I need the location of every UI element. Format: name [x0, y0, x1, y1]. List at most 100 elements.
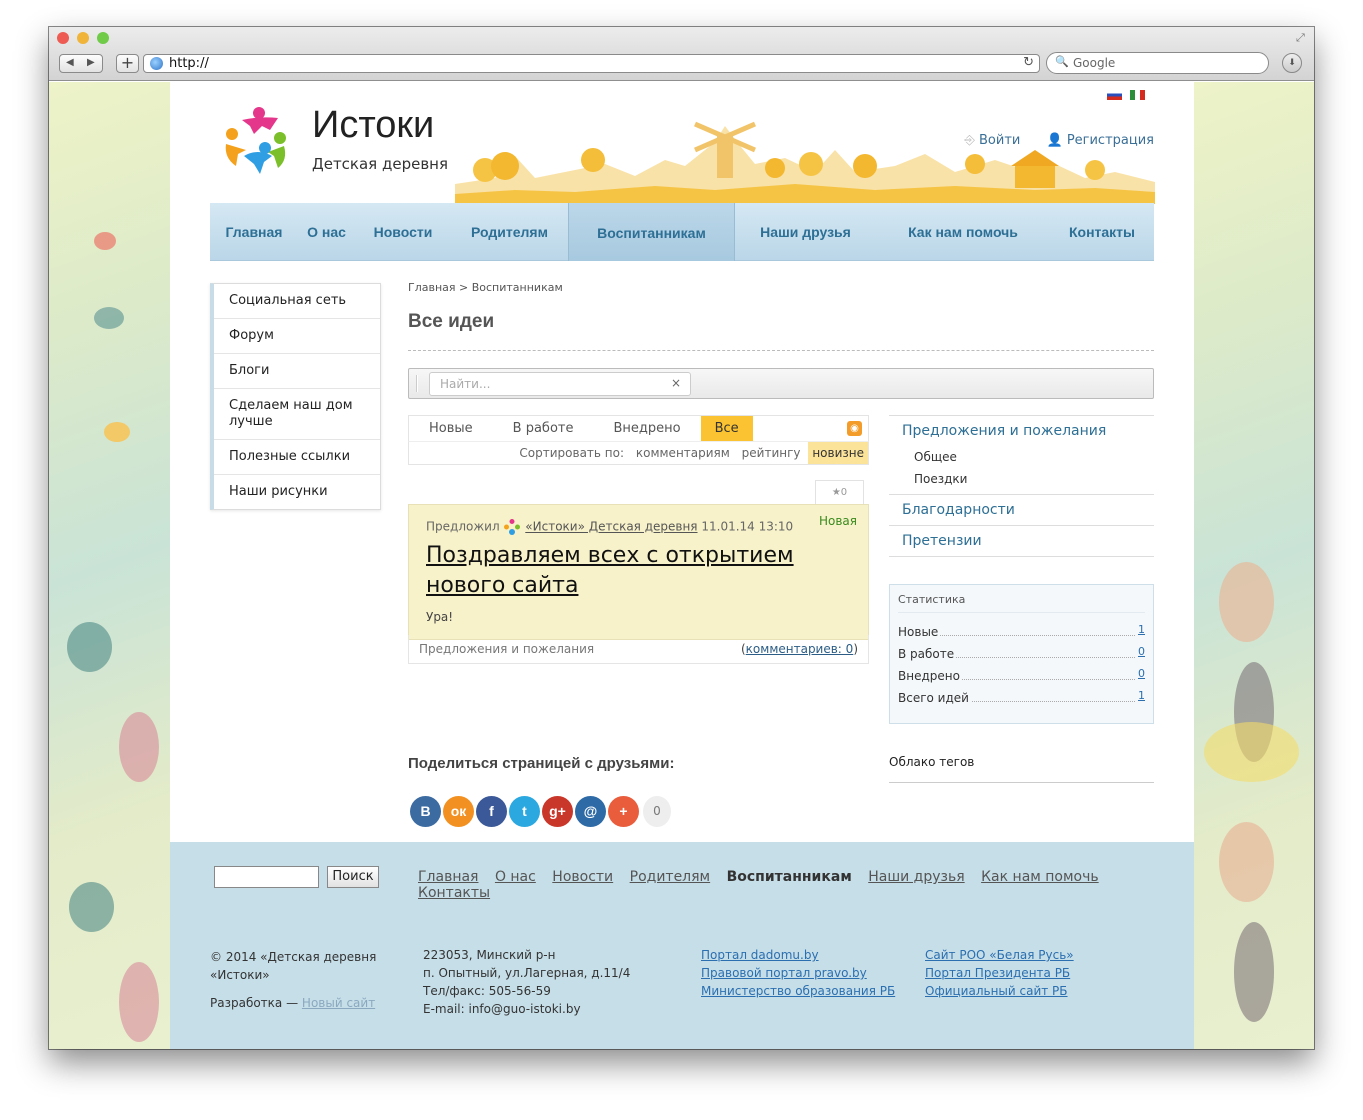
- stat-value-link[interactable]: 0: [1136, 645, 1145, 658]
- sidebar-item-drawings[interactable]: Наши рисунки: [214, 475, 380, 509]
- login-link[interactable]: ⎆ Войти: [964, 133, 1020, 148]
- share-googleplus-button[interactable]: g+: [542, 796, 573, 827]
- footer-nav-home[interactable]: Главная: [418, 869, 478, 885]
- breadcrumb[interactable]: Главная > Воспитанникам: [408, 281, 563, 294]
- tab-implemented[interactable]: Внедрено: [593, 416, 700, 441]
- back-button[interactable]: ◀: [66, 57, 74, 68]
- footer-link[interactable]: Министерство образования РБ: [701, 982, 895, 1000]
- share-twitter-button[interactable]: t: [509, 796, 540, 827]
- globe-icon: [150, 57, 163, 70]
- idea-search-input[interactable]: [429, 372, 691, 396]
- rss-icon[interactable]: ◉: [847, 421, 862, 436]
- flag-ru-icon[interactable]: [1107, 90, 1122, 100]
- footer-nav-friends[interactable]: Наши друзья: [868, 869, 964, 885]
- sidebar-item-blogs[interactable]: Блоги: [214, 354, 380, 389]
- comments-link[interactable]: комментариев: 0: [746, 642, 854, 656]
- footer-nav-help[interactable]: Как нам помочь: [981, 869, 1099, 885]
- footer-nav-news[interactable]: Новости: [552, 869, 613, 885]
- nav-item-parents[interactable]: Родителям: [451, 203, 568, 261]
- copyright-line: «Истоки»: [210, 968, 270, 982]
- stat-value-link[interactable]: 1: [1136, 689, 1145, 702]
- stat-label: Внедрено: [898, 669, 962, 683]
- stat-value-link[interactable]: 0: [1136, 667, 1145, 680]
- clear-search-icon[interactable]: ×: [671, 376, 681, 390]
- subcategory-trips[interactable]: Поездки: [889, 468, 1154, 490]
- share-odnoklassniki-button[interactable]: ок: [443, 796, 474, 827]
- forward-button[interactable]: ▶: [87, 57, 95, 68]
- nav-item-friends[interactable]: Наши друзья: [735, 203, 876, 261]
- footer-link[interactable]: Портал Президента РБ: [925, 964, 1074, 982]
- share-mail-button[interactable]: @: [575, 796, 606, 827]
- share-vk-button[interactable]: В: [410, 796, 441, 827]
- subcategory-general[interactable]: Общее: [889, 446, 1154, 468]
- address-bar[interactable]: http:// ↻: [143, 54, 1040, 73]
- footer-nav-contacts[interactable]: Контакты: [418, 885, 490, 901]
- nav-item-news[interactable]: Новости: [355, 203, 451, 261]
- sidebar-item-social[interactable]: Социальная сеть: [214, 284, 380, 319]
- stat-label: Новые: [898, 625, 941, 639]
- browser-window: ⤢ ◀ ▶ + http:// ↻ 🔍 Google ⬇ Истоки Детс…: [49, 27, 1314, 1049]
- right-background-illustration: [1194, 82, 1314, 1049]
- idea-title-link[interactable]: Поздравляем всех с открытием нового сайт…: [426, 541, 856, 601]
- new-tab-button[interactable]: +: [116, 54, 139, 73]
- footer-link[interactable]: Официальный сайт РБ: [925, 982, 1074, 1000]
- idea-author-link[interactable]: «Истоки» Детская деревня: [525, 520, 697, 534]
- nav-item-contacts[interactable]: Контакты: [1050, 203, 1154, 261]
- flag-it-icon[interactable]: [1130, 90, 1146, 100]
- footer-link[interactable]: Правовой портал pravo.by: [701, 964, 895, 982]
- downloads-button[interactable]: ⬇: [1282, 53, 1302, 73]
- logo-icon[interactable]: [220, 104, 292, 176]
- share-more-button[interactable]: +: [608, 796, 639, 827]
- language-switcher: [1104, 90, 1146, 109]
- idea-status-badge: Новая: [818, 514, 857, 528]
- main-navigation: Главная О нас Новости Родителям Воспитан…: [210, 203, 1154, 261]
- idea-body: Ура!: [426, 610, 454, 624]
- footer-link[interactable]: Портал dadomu.by: [701, 946, 895, 964]
- tab-new[interactable]: Новые: [409, 416, 493, 441]
- sort-by-rating[interactable]: рейтингу: [738, 442, 805, 464]
- register-link[interactable]: 👤 Регистрация: [1046, 133, 1154, 148]
- footer-nav-about[interactable]: О нас: [495, 869, 536, 885]
- nav-item-about[interactable]: О нас: [298, 203, 355, 261]
- sidebar-item-links[interactable]: Полезные ссылки: [214, 440, 380, 475]
- idea-comments: (комментариев: 0): [741, 642, 858, 656]
- footer-search-input[interactable]: [214, 866, 319, 888]
- fullscreen-icon[interactable]: ⤢: [1296, 31, 1305, 45]
- tag-cloud-divider: [889, 782, 1154, 783]
- footer-nav-pupils[interactable]: Воспитанникам: [727, 869, 852, 885]
- page-viewport: Истоки Детская деревня ⎆ Войти 👤 Регистр…: [49, 82, 1314, 1049]
- category-suggestions[interactable]: Предложения и пожелания: [889, 415, 1154, 446]
- footer-nav-parents[interactable]: Родителям: [630, 869, 711, 885]
- nav-item-home[interactable]: Главная: [210, 203, 298, 261]
- footer-link[interactable]: Сайт РОО «Белая Русь»: [925, 946, 1074, 964]
- tab-all[interactable]: Все: [700, 416, 753, 441]
- reload-icon[interactable]: ↻: [1023, 55, 1034, 70]
- sidebar-item-ideas[interactable]: Сделаем наш дом лучше: [214, 389, 380, 440]
- sort-by-comments[interactable]: комментариям: [632, 442, 734, 464]
- idea-vote-button[interactable]: ★0: [815, 480, 864, 504]
- category-complaints[interactable]: Претензии: [889, 525, 1154, 557]
- zoom-window-button[interactable]: [97, 32, 109, 44]
- category-thanks[interactable]: Благодарности: [889, 494, 1154, 525]
- browser-search-placeholder: Google: [1073, 56, 1116, 70]
- share-facebook-button[interactable]: f: [476, 796, 507, 827]
- idea-footer: Предложения и пожелания (комментариев: 0…: [408, 635, 869, 664]
- developer-label: Разработка —: [210, 996, 299, 1010]
- footer-search-button[interactable]: Поиск: [327, 866, 379, 888]
- browser-toolbar: ⤢ ◀ ▶ + http:// ↻ 🔍 Google ⬇: [49, 27, 1314, 81]
- sort-by-newest[interactable]: новизне: [808, 442, 868, 464]
- tab-in-progress[interactable]: В работе: [493, 416, 594, 441]
- close-window-button[interactable]: [57, 32, 69, 44]
- browser-search-field[interactable]: 🔍 Google: [1046, 52, 1269, 74]
- developer-link[interactable]: Новый сайт: [302, 996, 375, 1010]
- nav-item-pupils[interactable]: Воспитанникам: [568, 203, 735, 261]
- stat-value-link[interactable]: 1: [1136, 623, 1145, 636]
- minimize-window-button[interactable]: [77, 32, 89, 44]
- site-title[interactable]: Истоки: [312, 104, 434, 147]
- developer-credit: Разработка — Новый сайт: [210, 996, 375, 1010]
- idea-category[interactable]: Предложения и пожелания: [419, 642, 594, 656]
- share-count: 0: [643, 796, 671, 827]
- nav-item-help[interactable]: Как нам помочь: [876, 203, 1050, 261]
- stat-label: Всего идей: [898, 691, 971, 705]
- sidebar-item-forum[interactable]: Форум: [214, 319, 380, 354]
